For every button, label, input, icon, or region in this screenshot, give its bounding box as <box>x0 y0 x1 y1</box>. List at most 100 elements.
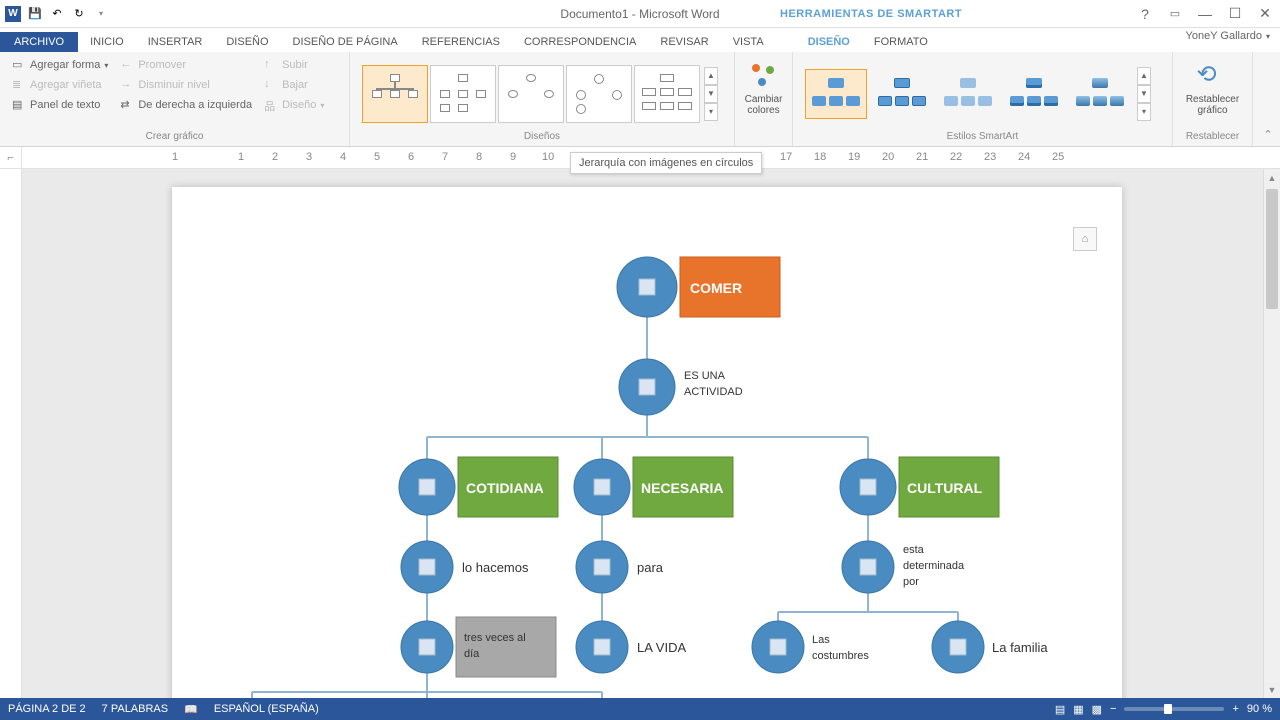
rtl-button[interactable]: ⇄De derecha a izquierda <box>116 96 256 114</box>
tab-page-layout[interactable]: DISEÑO DE PÁGINA <box>281 32 410 52</box>
node-cultural: CULTURAL <box>907 480 983 496</box>
promote-icon: ← <box>120 58 134 72</box>
smartart-graphic[interactable]: ⌂ <box>192 217 1102 698</box>
add-bullet-label: Agregar viñeta <box>30 79 102 91</box>
styles-more[interactable]: ▾ <box>1137 103 1151 121</box>
status-page[interactable]: PÁGINA 2 DE 2 <box>8 703 86 715</box>
group-create-graphic-label: Crear gráfico <box>8 131 341 144</box>
add-shape-button[interactable]: ▭Agregar forma ▾ <box>8 56 112 74</box>
up-icon: ↑ <box>264 58 278 72</box>
tab-review[interactable]: REVISAR <box>648 32 720 52</box>
node-es-una: ES UNAACTIVIDAD <box>684 370 743 398</box>
zoom-in-icon[interactable]: + <box>1232 703 1238 715</box>
vertical-scrollbar[interactable]: ▲ ▼ <box>1263 169 1280 698</box>
document-area: ⌂ <box>0 169 1280 698</box>
style-thumb-1[interactable] <box>805 69 867 119</box>
layout-thumb-5[interactable] <box>634 65 700 123</box>
ruler-corner[interactable]: ⌐ <box>0 147 22 169</box>
node-costumbres: Lascostumbres <box>812 634 869 662</box>
minimize-icon[interactable]: — <box>1190 2 1220 26</box>
ruler-vertical[interactable] <box>0 169 22 698</box>
add-shape-icon: ▭ <box>12 58 26 72</box>
document-scroll[interactable]: ⌂ <box>22 169 1280 698</box>
node-la-vida: LA VIDA <box>637 640 686 655</box>
style-thumb-3[interactable] <box>937 69 999 119</box>
layout-label: Diseño <box>282 99 316 111</box>
node-determinada: estadeterminadapor <box>903 544 965 588</box>
move-up-button: ↑Subir <box>260 56 328 74</box>
scroll-thumb[interactable] <box>1266 189 1278 309</box>
node-para: para <box>637 560 664 575</box>
user-account[interactable]: YoneY Gallardo ▾ <box>1186 30 1270 42</box>
help-icon[interactable]: ? <box>1130 2 1160 26</box>
tab-insert[interactable]: INSERTAR <box>136 32 215 52</box>
view-web-icon[interactable]: ▩ <box>1092 703 1102 716</box>
layouts-scroll-up[interactable]: ▲ <box>704 67 718 85</box>
group-layouts-label: Diseños <box>358 131 726 144</box>
tab-home[interactable]: INICIO <box>78 32 136 52</box>
node-cotidiana: COTIDIANA <box>466 480 544 496</box>
group-layouts: ▲ ▼ ▾ Diseños <box>350 52 735 146</box>
zoom-slider-thumb[interactable] <box>1164 704 1172 714</box>
collapse-ribbon-icon[interactable]: ⌃ <box>1260 126 1276 142</box>
change-colors-label: Cambiar colores <box>745 94 783 116</box>
qat-customize-icon[interactable]: ▾ <box>92 5 110 23</box>
change-colors-button[interactable]: Cambiar colores <box>743 56 784 120</box>
add-bullet-button: ≣Agregar viñeta <box>8 76 112 94</box>
layout-thumb-1[interactable] <box>362 65 428 123</box>
ribbon-options-icon[interactable]: ▭ <box>1160 2 1190 26</box>
group-reset: ⟲ Restablecer gráfico Restablecer <box>1173 52 1253 146</box>
group-reset-label: Restablecer <box>1181 131 1244 144</box>
window-controls: ? ▭ — ☐ ✕ <box>1130 2 1280 26</box>
layout-tooltip: Jerarquía con imágenes en círculos <box>570 152 762 174</box>
layouts-scroll-down[interactable]: ▼ <box>704 85 718 103</box>
zoom-slider[interactable] <box>1124 707 1224 711</box>
view-read-icon[interactable]: ▤ <box>1055 703 1065 716</box>
group-create-graphic: ▭Agregar forma ▾ ≣Agregar viñeta ▤Panel … <box>0 52 350 146</box>
scroll-down-icon[interactable]: ▼ <box>1264 681 1280 698</box>
style-thumb-5[interactable] <box>1069 69 1131 119</box>
layout-thumb-3[interactable] <box>498 65 564 123</box>
layout-thumb-2[interactable] <box>430 65 496 123</box>
layouts-scroll: ▲ ▼ ▾ <box>704 67 718 121</box>
node-familia: La familia <box>992 640 1048 655</box>
status-proofing-icon[interactable]: 📖 <box>184 703 198 716</box>
text-pane-button[interactable]: ▤Panel de texto <box>8 96 112 114</box>
tab-view[interactable]: VISTA <box>721 32 776 52</box>
reset-label: Restablecer gráfico <box>1186 94 1239 116</box>
status-words[interactable]: 7 PALABRAS <box>102 703 168 715</box>
save-icon[interactable]: 💾 <box>26 5 44 23</box>
smartart-tools-title: HERRAMIENTAS DE SMARTART <box>780 8 962 20</box>
tab-references[interactable]: REFERENCIAS <box>410 32 512 52</box>
redo-icon[interactable]: ↻ <box>70 5 88 23</box>
reset-icon: ⟲ <box>1197 60 1229 92</box>
tab-smartart-format[interactable]: FORMATO <box>862 32 940 52</box>
group-styles-label: Estilos SmartArt <box>801 131 1164 144</box>
status-language[interactable]: ESPAÑOL (ESPAÑA) <box>214 703 319 715</box>
styles-scroll-down[interactable]: ▼ <box>1137 85 1151 103</box>
zoom-level[interactable]: 90 % <box>1247 703 1272 715</box>
styles-scroll-up[interactable]: ▲ <box>1137 67 1151 85</box>
tab-design[interactable]: DISEÑO <box>214 32 280 52</box>
tab-mailings[interactable]: CORRESPONDENCIA <box>512 32 648 52</box>
document-title: Documento1 - Microsoft Word <box>560 7 719 21</box>
layout-thumb-4[interactable] <box>566 65 632 123</box>
view-print-icon[interactable]: ▦ <box>1073 703 1083 716</box>
maximize-icon[interactable]: ☐ <box>1220 2 1250 26</box>
zoom-out-icon[interactable]: − <box>1110 703 1116 715</box>
tab-smartart-design[interactable]: DISEÑO <box>796 32 862 52</box>
undo-icon[interactable]: ↶ <box>48 5 66 23</box>
rtl-label: De derecha a izquierda <box>138 99 252 111</box>
tab-file[interactable]: ARCHIVO <box>0 32 78 52</box>
style-thumb-4[interactable] <box>1003 69 1065 119</box>
close-icon[interactable]: ✕ <box>1250 2 1280 26</box>
quick-access-toolbar: W 💾 ↶ ↻ ▾ <box>0 5 114 23</box>
style-thumb-2[interactable] <box>871 69 933 119</box>
reset-graphic-button[interactable]: ⟲ Restablecer gráfico <box>1181 56 1244 120</box>
layout-icon: 品 <box>264 98 278 112</box>
layouts-more[interactable]: ▾ <box>704 103 718 121</box>
scroll-up-icon[interactable]: ▲ <box>1264 169 1280 186</box>
smartart-layout-options-icon[interactable]: ⌂ <box>1073 227 1097 251</box>
word-app-icon: W <box>4 5 22 23</box>
ribbon: ▭Agregar forma ▾ ≣Agregar viñeta ▤Panel … <box>0 52 1280 147</box>
